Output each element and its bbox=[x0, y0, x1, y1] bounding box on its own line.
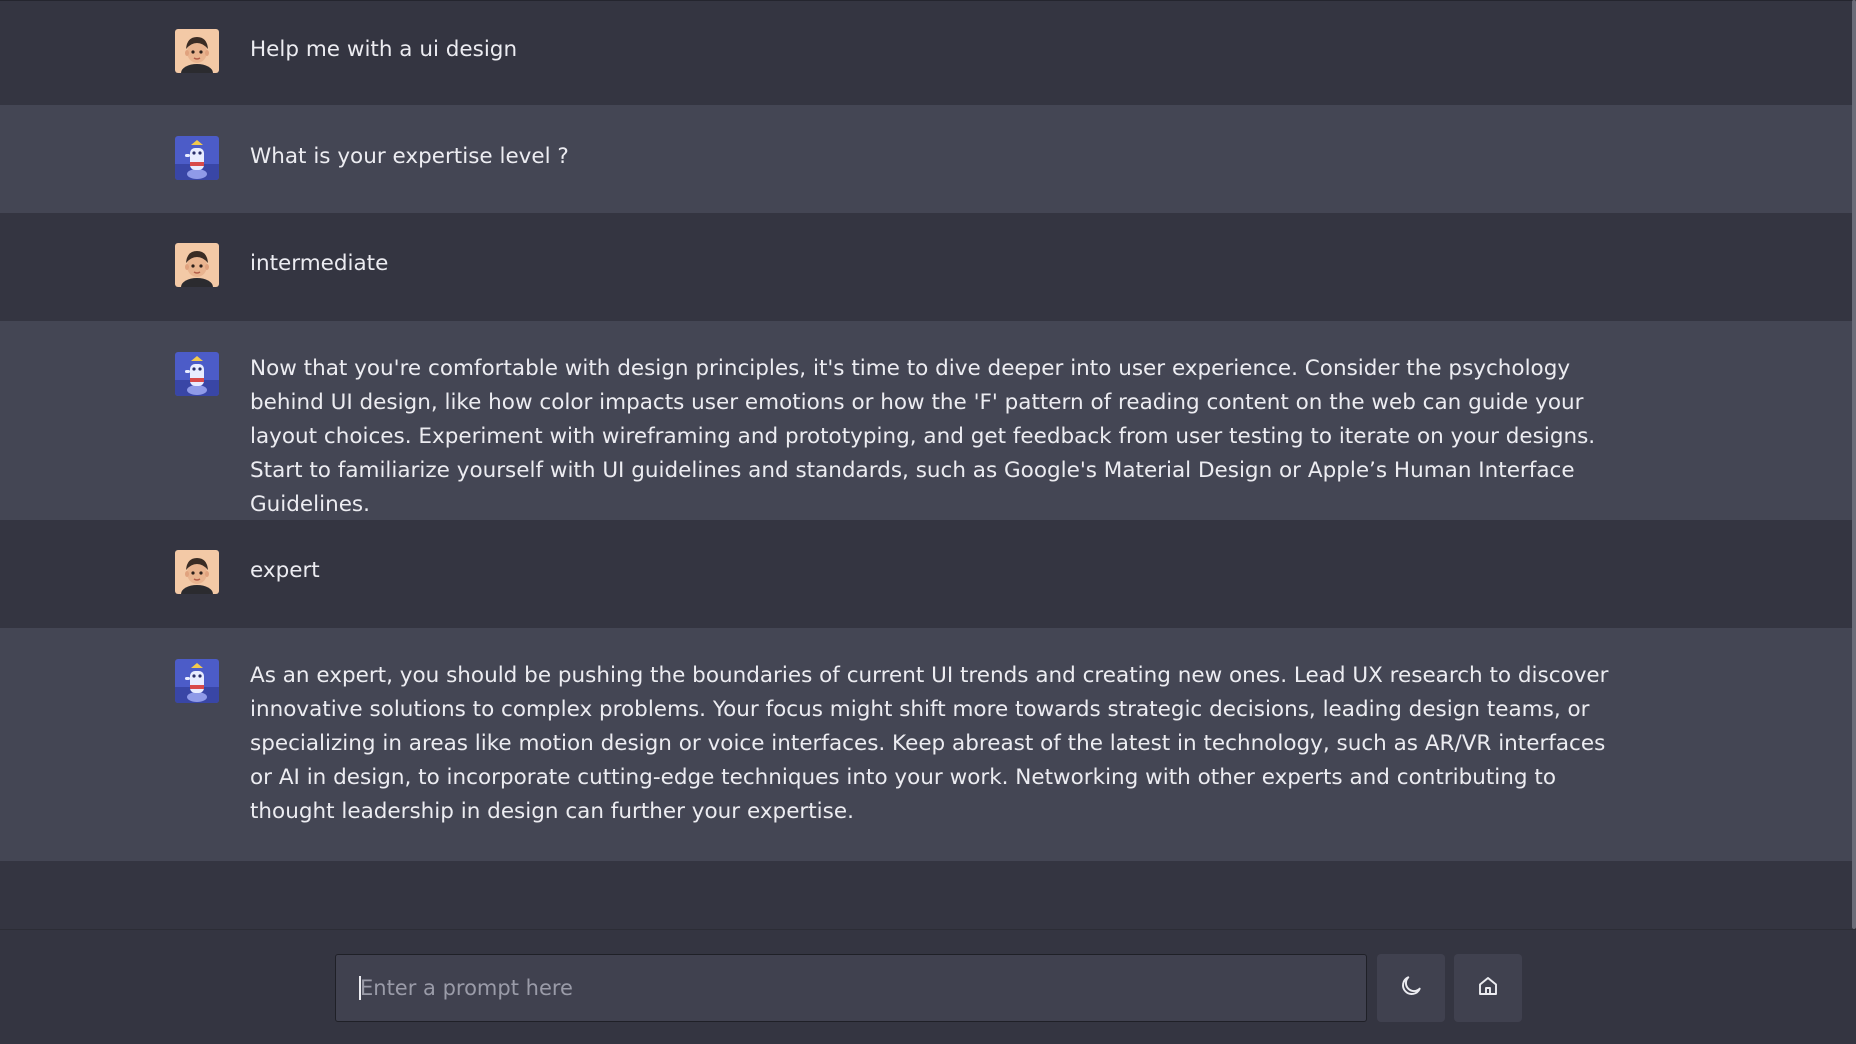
message-text: As an expert, you should be pushing the … bbox=[250, 663, 1609, 824]
user-message: expert bbox=[0, 520, 1852, 628]
message-text: intermediate bbox=[250, 251, 389, 276]
prompt-bar bbox=[0, 929, 1856, 1044]
bot-avatar-icon bbox=[175, 659, 219, 703]
message-text: expert bbox=[250, 558, 320, 583]
bot-avatar-icon bbox=[175, 352, 219, 396]
bot-message: Now that you're comfortable with design … bbox=[0, 321, 1852, 520]
chat-thread: Help me with a ui design What is your ex… bbox=[0, 0, 1852, 929]
text-caret bbox=[359, 976, 361, 1000]
message-text: Now that you're comfortable with design … bbox=[250, 356, 1596, 517]
user-message: intermediate bbox=[0, 213, 1852, 321]
prompt-input[interactable] bbox=[335, 954, 1367, 1022]
chat-app: Help me with a ui design What is your ex… bbox=[0, 0, 1856, 1044]
bot-avatar-icon bbox=[175, 136, 219, 180]
message-text: What is your expertise level ? bbox=[250, 144, 569, 169]
bot-message: What is your expertise level ? bbox=[0, 105, 1852, 213]
bot-message: As an expert, you should be pushing the … bbox=[0, 628, 1852, 861]
home-button[interactable] bbox=[1454, 954, 1522, 1022]
message-text: Help me with a ui design bbox=[250, 37, 518, 62]
home-icon bbox=[1476, 974, 1500, 1002]
user-message: Help me with a ui design bbox=[0, 1, 1852, 105]
user-avatar-icon bbox=[175, 550, 219, 594]
chat-scrollbar-thumb[interactable] bbox=[1852, 0, 1856, 929]
moon-icon bbox=[1398, 973, 1424, 1003]
theme-toggle-button[interactable] bbox=[1377, 954, 1445, 1022]
user-avatar-icon bbox=[175, 243, 219, 287]
chat-scrollbar[interactable] bbox=[1852, 0, 1856, 929]
user-avatar-icon bbox=[175, 29, 219, 73]
